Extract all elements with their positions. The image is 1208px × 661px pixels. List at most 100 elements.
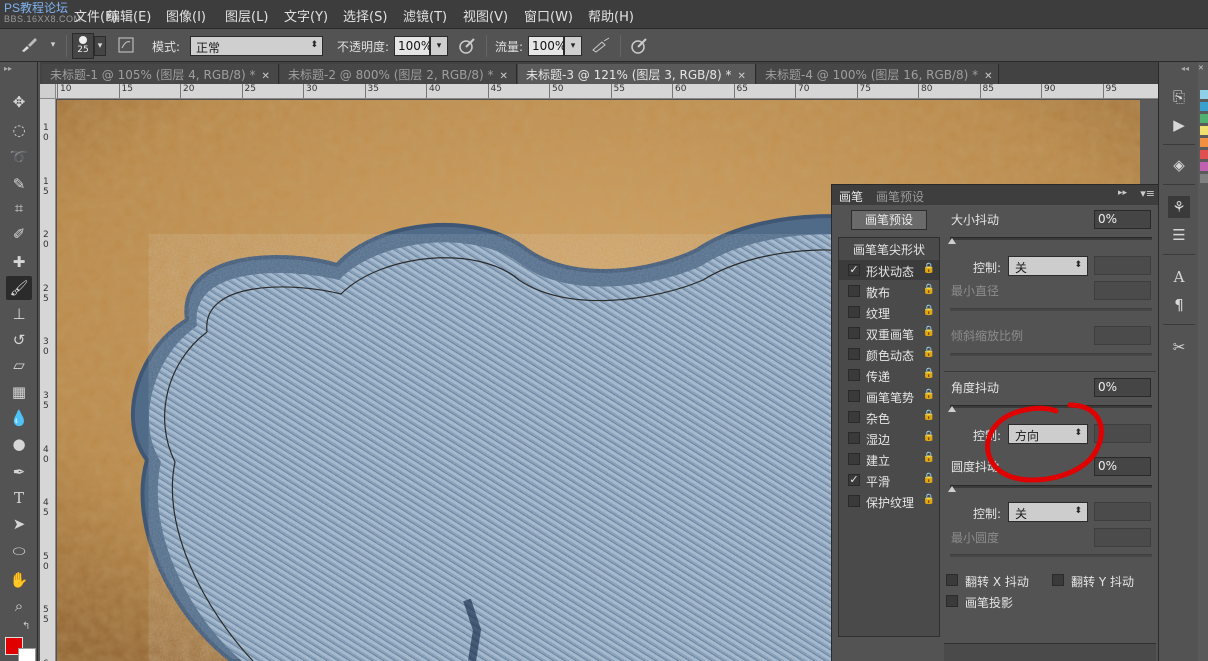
brush-setting-item[interactable]: ✓ 形状动态 🔒 <box>839 260 939 280</box>
opacity-dropdown-icon[interactable]: ▾ <box>430 36 448 56</box>
slider-knob[interactable] <box>948 238 956 244</box>
size-jitter-slider[interactable] <box>948 237 1152 244</box>
brush-presets-panel-icon[interactable]: ☰ <box>1168 224 1190 246</box>
menu-edit[interactable]: 编辑(E) <box>107 6 151 25</box>
brush-setting-checkbox[interactable] <box>848 411 860 423</box>
tab-document-1[interactable]: 未标题-1 @ 105% (图层 4, RGB/8) * ✕ <box>42 64 279 84</box>
panel-menu-icon[interactable]: ▾≡ <box>1140 187 1155 200</box>
collapse-panel-icon[interactable]: ▸▸ <box>1118 188 1127 198</box>
flip-x-checkbox[interactable] <box>946 574 958 586</box>
angle-jitter-input[interactable]: 0% <box>1094 378 1151 397</box>
brush-setting-item[interactable]: 双重画笔 🔒 <box>839 323 939 343</box>
lock-icon[interactable]: 🔒 <box>923 326 935 337</box>
pressure-opacity-icon[interactable] <box>456 36 478 56</box>
hand-tool-icon[interactable]: ✋ <box>6 568 32 592</box>
lasso-tool-icon[interactable]: ➰ <box>6 145 32 169</box>
brush-setting-checkbox[interactable] <box>848 495 860 507</box>
ruler-origin[interactable] <box>40 84 56 99</box>
dodge-tool-icon[interactable]: ● <box>6 432 32 456</box>
type-tool-icon[interactable]: T <box>6 486 32 510</box>
path-selection-tool-icon[interactable]: ➤ <box>6 512 32 536</box>
brush-setting-item[interactable]: 建立 🔒 <box>839 449 939 469</box>
blur-tool-icon[interactable]: 💧 <box>6 406 32 430</box>
crop-tool-icon[interactable]: ⌗ <box>6 196 32 220</box>
lock-icon[interactable]: 🔒 <box>923 389 935 400</box>
brush-setting-checkbox[interactable] <box>848 348 860 360</box>
close-icon[interactable]: ✕ <box>262 71 270 82</box>
menu-select[interactable]: 选择(S) <box>343 6 387 25</box>
brush-setting-item[interactable]: 杂色 🔒 <box>839 407 939 427</box>
airbrush-icon[interactable] <box>590 36 612 56</box>
slider-knob[interactable] <box>948 486 956 492</box>
brush-setting-item[interactable]: 画笔笔势 🔒 <box>839 386 939 406</box>
close-icon[interactable]: ✕ <box>984 71 992 82</box>
brush-projection-checkbox[interactable] <box>946 595 958 607</box>
history-brush-tool-icon[interactable]: ↺ <box>6 328 32 352</box>
actions-panel-icon[interactable]: ▶ <box>1168 114 1190 136</box>
brush-setting-item[interactable]: 散布 🔒 <box>839 281 939 301</box>
tab-document-4[interactable]: 未标题-4 @ 100% (图层 16, RGB/8) * ✕ <box>757 64 999 84</box>
clone-stamp-tool-icon[interactable]: ⊥ <box>6 302 32 326</box>
swatch[interactable] <box>1200 90 1208 99</box>
brush-picker-dropdown-icon[interactable]: ▾ <box>94 36 106 56</box>
brush-size-picker[interactable]: 25 <box>72 33 94 59</box>
size-jitter-input[interactable]: 0% <box>1094 210 1151 229</box>
flow-dropdown-icon[interactable]: ▾ <box>564 36 582 56</box>
brush-setting-checkbox[interactable] <box>848 369 860 381</box>
swatch[interactable] <box>1200 150 1208 159</box>
menu-filter[interactable]: 滤镜(T) <box>403 6 447 25</box>
close-icon[interactable]: ✕ <box>738 71 746 82</box>
brush-setting-item[interactable]: ✓ 平滑 🔒 <box>839 470 939 490</box>
zoom-tool-icon[interactable]: ⌕ <box>6 594 32 618</box>
eraser-tool-icon[interactable]: ▱ <box>6 353 32 377</box>
lock-icon[interactable]: 🔒 <box>923 347 935 358</box>
brush-tool-icon[interactable]: 🖌 <box>6 276 32 300</box>
brush-tip-shape-item[interactable]: 画笔笔尖形状 <box>853 241 925 258</box>
flow-input[interactable]: 100% <box>528 36 566 56</box>
tab-document-2[interactable]: 未标题-2 @ 800% (图层 2, RGB/8) * ✕ <box>280 64 517 84</box>
swatch[interactable] <box>1200 174 1208 183</box>
character-panel-icon[interactable]: A <box>1168 266 1190 288</box>
brush-presets-button[interactable]: 画笔预设 <box>851 210 927 230</box>
lock-icon[interactable]: 🔒 <box>923 452 935 463</box>
paragraph-panel-icon[interactable]: ¶ <box>1168 294 1190 316</box>
swatch[interactable] <box>1200 138 1208 147</box>
pressure-size-icon[interactable] <box>628 36 650 56</box>
brush-tool-preset-icon[interactable] <box>18 36 40 56</box>
menu-layer[interactable]: 图层(L) <box>225 6 268 25</box>
brush-setting-item[interactable]: 颜色动态 🔒 <box>839 344 939 364</box>
flip-y-checkbox[interactable] <box>1052 574 1064 586</box>
background-color-swatch[interactable] <box>18 648 36 661</box>
brush-setting-item[interactable]: 纹理 🔒 <box>839 302 939 322</box>
lock-icon[interactable]: 🔒 <box>923 431 935 442</box>
menu-type[interactable]: 文字(Y) <box>284 6 328 25</box>
eyedropper-tool-icon[interactable]: ✐ <box>6 222 32 246</box>
brush-setting-checkbox[interactable] <box>848 306 860 318</box>
brush-setting-checkbox[interactable] <box>848 432 860 444</box>
3d-panel-icon[interactable]: ◈ <box>1168 154 1190 176</box>
lock-icon[interactable]: 🔒 <box>923 263 935 274</box>
brush-setting-checkbox[interactable]: ✓ <box>848 474 860 486</box>
brush-setting-item[interactable]: 保护纹理 🔒 <box>839 491 939 511</box>
menu-view[interactable]: 视图(V) <box>463 6 508 25</box>
tool-preset-dropdown-icon[interactable]: ▾ <box>42 36 64 56</box>
pen-tool-icon[interactable]: ✒ <box>6 460 32 484</box>
swatch[interactable] <box>1200 114 1208 123</box>
lock-icon[interactable]: 🔒 <box>923 368 935 379</box>
tool-presets-panel-icon[interactable]: ✂ <box>1168 336 1190 358</box>
lock-icon[interactable]: 🔒 <box>923 473 935 484</box>
mode-select[interactable]: 正常 ⬍ <box>190 36 323 56</box>
quick-selection-tool-icon[interactable]: ✎ <box>6 172 32 196</box>
gradient-tool-icon[interactable]: ▦ <box>6 380 32 404</box>
ellipse-tool-icon[interactable]: ⬭ <box>6 539 32 563</box>
menu-image[interactable]: 图像(I) <box>166 6 206 25</box>
slider-knob[interactable] <box>948 406 956 412</box>
menu-window[interactable]: 窗口(W) <box>524 6 573 25</box>
brush-setting-checkbox[interactable] <box>848 285 860 297</box>
opacity-input[interactable]: 100% <box>394 36 432 56</box>
swatch[interactable] <box>1200 102 1208 111</box>
swatch[interactable] <box>1200 162 1208 171</box>
tab-brush[interactable]: 画笔 <box>839 188 863 205</box>
marquee-tool-icon[interactable]: ◌ <box>6 118 32 142</box>
tab-document-3[interactable]: 未标题-3 @ 121% (图层 3, RGB/8) * ✕ <box>518 64 756 84</box>
